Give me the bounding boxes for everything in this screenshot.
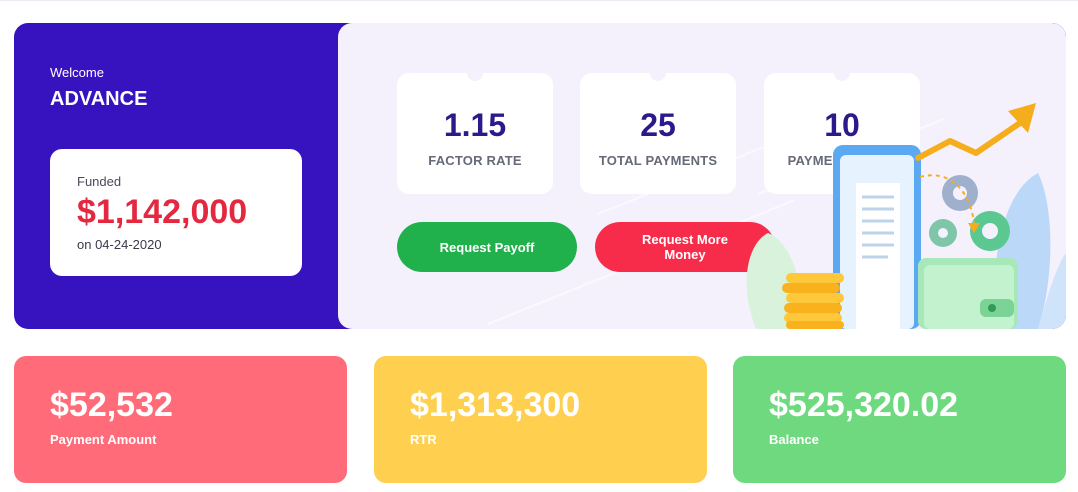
factor-rate-label: FACTOR RATE	[428, 153, 522, 168]
total-payments-value: 25	[640, 107, 676, 143]
total-payments-card: 25 TOTAL PAYMENTS	[580, 65, 736, 194]
funded-amount: $1,142,000	[77, 193, 248, 231]
receipt-icon	[833, 145, 921, 329]
top-divider	[0, 0, 1078, 1]
coin-stack-icon	[782, 273, 844, 329]
gear-icon	[929, 175, 1010, 251]
advance-stats-area: 1.15 FACTOR RATE 25 TOTAL PAYMENTS 10 PA…	[338, 23, 1066, 329]
funded-card: Funded $1,142,000 on 04-24-2020	[50, 149, 302, 276]
total-payments-label: TOTAL PAYMENTS	[598, 153, 718, 168]
welcome-text: Welcome	[50, 65, 104, 80]
rtr-value: $1,313,300	[410, 386, 581, 424]
advance-title: ADVANCE	[50, 88, 148, 110]
balance-card: $525,320.02 Balance	[733, 356, 1066, 483]
funded-label: Funded	[77, 174, 122, 189]
balance-value: $525,320.02	[769, 386, 959, 424]
payment-amount-value: $52,532	[50, 386, 173, 424]
payment-amount-card: $52,532 Payment Amount	[14, 356, 347, 483]
factor-rate-card: 1.15 FACTOR RATE	[397, 65, 553, 194]
payment-amount-label: Payment Amount	[50, 432, 157, 447]
advance-info: Welcome ADVANCE Funded $1,142,000 on 04-…	[14, 23, 354, 329]
finance-illustration	[746, 103, 1066, 329]
rtr-card: $1,313,300 RTR	[374, 356, 707, 483]
funded-date: on 04-24-2020	[77, 237, 162, 252]
request-payoff-button[interactable]: Request Payoff	[397, 222, 577, 272]
rtr-label: RTR	[410, 432, 437, 447]
advance-summary-panel: Welcome ADVANCE Funded $1,142,000 on 04-…	[14, 23, 1066, 329]
wallet-icon	[918, 258, 1018, 329]
factor-rate-value: 1.15	[443, 107, 507, 143]
balance-label: Balance	[769, 432, 819, 447]
